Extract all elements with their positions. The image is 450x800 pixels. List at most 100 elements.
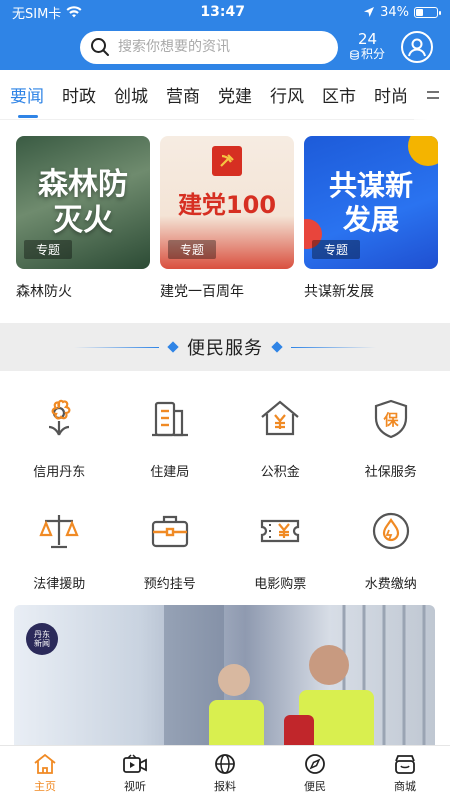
tab-menu-button[interactable] [414,70,450,120]
diamond-icon [167,341,179,353]
svg-text:保: 保 [382,411,399,429]
building-icon [144,393,196,445]
topic-image-party: 建党100 专题 [160,136,294,269]
topic-caption: 共谋新发展 [304,284,374,300]
service-label: 信用丹东 [33,465,86,480]
tab-yaowen[interactable]: 要闻 [10,70,44,120]
search-icon [91,38,109,56]
medical-bag-icon [144,505,196,557]
globe-icon [215,753,235,774]
service-appointment[interactable]: 预约挂号 [115,483,226,595]
logo-text: 丹东 [34,630,50,639]
status-right: 34% [363,5,441,20]
channel-tabs: 要闻 时政 创城 营商 党建 行风 区市 时尚 [0,70,450,120]
search-bar[interactable] [80,30,338,64]
compass-icon [305,753,325,774]
topic-image-development: 共谋新发展 专题 [304,136,438,269]
shop-icon [395,754,415,774]
tabbar-video[interactable]: 视听 [90,746,180,800]
search-input[interactable] [118,39,318,55]
tabbar-label: 主页 [34,779,56,793]
coins-icon [350,49,359,60]
tab-qushi[interactable]: 区市 [322,70,356,120]
points-button[interactable]: 24 积分 [350,32,385,62]
tabbar-report[interactable]: 报料 [180,746,270,800]
status-left: 无SIM卡 [12,3,82,22]
service-housing-bureau[interactable]: 住建局 [115,371,226,483]
news-logo: 丹东 新闻 [26,623,58,655]
status-time: 13:47 [200,4,245,20]
menu-icon [427,91,439,99]
diamond-icon [271,341,283,353]
service-movie-tickets[interactable]: 电影购票 [225,483,336,595]
topic-image-forest: 森林防灭火 专题 [16,136,150,269]
tabbar-label: 便民 [304,779,326,793]
service-provident-fund[interactable]: 公积金 [225,371,336,483]
topic-tag: 专题 [312,240,361,259]
topic-caption: 森林防火 [16,284,72,300]
user-avatar-button[interactable] [401,31,434,63]
topic-tag: 专题 [168,240,217,259]
service-legal-aid[interactable]: 法律援助 [4,483,115,595]
app-header: 24 积分 [0,24,450,70]
tabbar-label: 报料 [214,779,236,793]
points-label: 积分 [361,47,386,61]
service-label: 社保服务 [364,465,417,480]
tab-shishang[interactable]: 时尚 [374,70,408,120]
tabbar-label: 视听 [124,779,146,793]
topic-image-text: 共谋新发展 [328,168,413,236]
carrier-text: 无SIM卡 [12,6,62,22]
topic-caption: 建党一百周年 [160,284,244,300]
topic-cards: 森林防灭火 专题 森林防火 建党100 专题 建党一百周年 共谋新发展 专题 共… [0,120,450,301]
divider [291,346,376,348]
tab-yingshang[interactable]: 营商 [166,70,200,120]
tab-chuangcheng[interactable]: 创城 [114,70,148,120]
topic-image-text: 建党100 [177,191,277,220]
tabbar-home[interactable]: 主页 [0,746,90,800]
section-title: 便民服务 [187,338,263,359]
service-label: 电影购票 [254,577,307,592]
topic-card[interactable]: 共谋新发展 专题 共谋新发展 [304,136,438,301]
decor-circle [408,136,438,166]
service-label: 法律援助 [33,577,86,592]
status-bar: 无SIM卡 13:47 34% [0,0,450,24]
points-value: 24 [357,30,378,48]
ticket-icon [254,505,306,557]
house-yen-icon [254,393,306,445]
service-label: 住建局 [150,465,190,480]
service-label: 预约挂号 [143,577,196,592]
service-label: 公积金 [260,465,300,480]
tabbar-services[interactable]: 便民 [270,746,360,800]
scales-icon [33,505,85,557]
news-banner[interactable]: 丹东 新闻 [14,605,435,755]
bottom-tab-bar: 主页 视听 报料 便民 商城 [0,745,450,800]
section-header: 便民服务 [0,323,450,371]
banner-illustration [164,605,426,755]
topic-tag: 专题 [24,240,73,259]
tabbar-mall[interactable]: 商城 [360,746,450,800]
tabbar-label: 商城 [394,779,416,793]
topic-card[interactable]: 森林防灭火 专题 森林防火 [16,136,150,301]
water-drop-icon [365,505,417,557]
wifi-icon [66,6,82,18]
location-arrow-icon [364,7,375,17]
battery-icon [413,6,441,18]
service-credit[interactable]: 信用丹东 [4,371,115,483]
service-social-security[interactable]: 保 社保服务 [336,371,447,483]
tab-shizheng[interactable]: 时政 [62,70,96,120]
tab-xingfeng[interactable]: 行风 [270,70,304,120]
battery-level [415,8,423,16]
user-icon [408,38,426,57]
points-label-row: 积分 [350,47,385,62]
service-label: 水费缴纳 [364,577,417,592]
topic-image-text: 森林防灭火 [38,166,128,238]
divider [74,346,159,348]
video-icon [123,753,147,773]
shield-bao-icon: 保 [365,393,417,445]
logo-text: 新闻 [34,639,50,648]
party-emblem-icon [212,146,242,176]
service-water-bill[interactable]: 水费缴纳 [336,483,447,595]
tab-dangjian[interactable]: 党建 [218,70,252,120]
topic-card[interactable]: 建党100 专题 建党一百周年 [160,136,294,301]
home-icon [34,753,56,774]
